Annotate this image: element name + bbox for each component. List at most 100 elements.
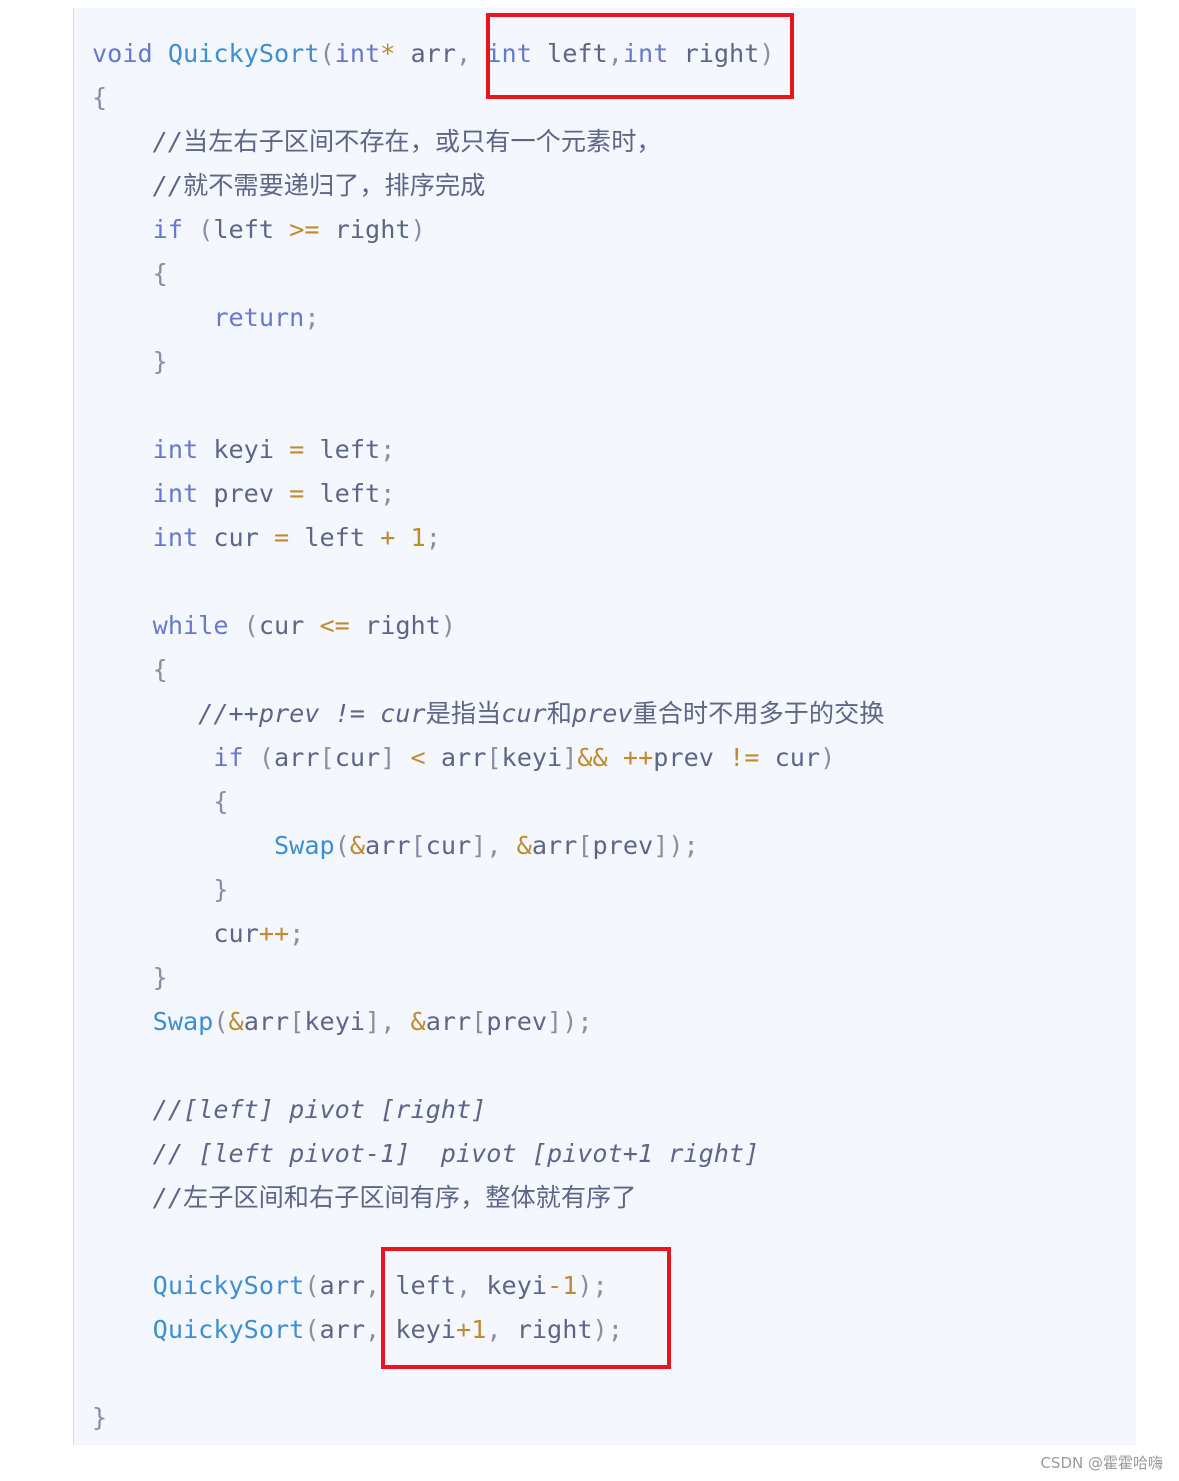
identifier-token: cur [334, 743, 381, 772]
punctuation-token: [ [410, 831, 426, 860]
code-line: } [92, 868, 229, 912]
punctuation-token: } [152, 347, 168, 376]
punctuation-token: [ [486, 743, 502, 772]
code-line: cur++; [92, 912, 304, 956]
function-name-token: QuickySort [167, 39, 320, 68]
keyword-token: return [213, 303, 305, 332]
punctuation-token: [ [577, 831, 593, 860]
punctuation-token: ) [410, 215, 426, 244]
operator-token: = [289, 435, 305, 464]
operator-token: & [516, 831, 532, 860]
operator-token: ++ [622, 743, 654, 772]
keyword-token: int [152, 479, 199, 508]
identifier-token: left [304, 479, 381, 508]
code-line: Swap(&arr[keyi], &arr[prev]); [92, 1000, 593, 1044]
punctuation-token: } [213, 875, 229, 904]
comment-token: //当左右子区间不存在，或只有一个元素时， [152, 127, 662, 156]
function-name-token: Swap [273, 831, 335, 860]
operator-token: & [228, 1007, 244, 1036]
code-line: if (left >= right) [92, 208, 426, 252]
comment-token: // [left pivot-1] pivot [pivot+1 right] [152, 1139, 760, 1168]
identifier-token: prev [486, 1007, 548, 1036]
code-line: Swap(&arr[cur], &arr[prev]); [92, 824, 699, 868]
identifier-token: arr [425, 1007, 472, 1036]
operator-token: & [410, 1007, 426, 1036]
operator-token: < [410, 743, 426, 772]
highlight-box-params [486, 13, 794, 99]
operator-token: != [729, 743, 760, 772]
identifier-token: arr [395, 39, 457, 68]
code-block: void QuickySort(int* arr, int left,int r… [73, 8, 1136, 1445]
identifier-token: arr [274, 743, 320, 772]
punctuation-token: { [92, 83, 108, 112]
identifier-token: cur [198, 523, 274, 552]
operator-token: <= [319, 611, 350, 640]
punctuation-token: [ [289, 1007, 305, 1036]
code-line: return; [92, 296, 320, 340]
identifier-token: arr [243, 1007, 290, 1036]
function-name-token: QuickySort [152, 1271, 305, 1300]
code-line: if (arr[cur] < arr[keyi]&& ++prev != cur… [92, 736, 835, 780]
code-line: //[left] pivot [right] [92, 1088, 487, 1132]
keyword-token: int [152, 435, 199, 464]
punctuation-token: ], [471, 831, 517, 860]
identifier-token: keyi [198, 435, 290, 464]
identifier-token: prev [198, 479, 290, 508]
operator-token: & [349, 831, 365, 860]
punctuation-token: { [152, 655, 168, 684]
operator-token: >= [289, 215, 320, 244]
identifier-token: arr [319, 1271, 366, 1300]
punctuation-token: ; [304, 303, 320, 332]
identifier-token: arr [425, 743, 487, 772]
identifier-token: left [304, 435, 381, 464]
punctuation-token: ( [213, 1007, 229, 1036]
function-name-token: QuickySort [152, 1315, 305, 1344]
punctuation-token: ( [304, 1315, 320, 1344]
code-line: } [92, 956, 168, 1000]
punctuation-token: { [213, 787, 229, 816]
identifier-token: left [289, 523, 381, 552]
identifier-token: cur [213, 919, 259, 948]
code-line: { [92, 252, 168, 296]
code-line: { [92, 648, 168, 692]
keyword-token: int [334, 39, 381, 68]
code-line: while (cur <= right) [92, 604, 456, 648]
punctuation-token: [ [471, 1007, 487, 1036]
identifier-token: keyi [501, 743, 563, 772]
function-name-token: Swap [152, 1007, 214, 1036]
punctuation-token: ( [228, 611, 259, 640]
punctuation-token: ( [183, 215, 214, 244]
code-line: int keyi = left; [92, 428, 396, 472]
comment-token: //++prev != cur是指当cur和prev重合时不用多于的交换 [198, 699, 885, 728]
identifier-token: arr [319, 1315, 366, 1344]
keyword-token: while [152, 611, 229, 640]
identifier-token [395, 743, 410, 772]
identifier-token: right [349, 611, 441, 640]
highlight-box-recursive-args [381, 1247, 671, 1369]
code-line: { [92, 76, 107, 120]
comment-token: //就不需要递归了，排序完成 [152, 171, 486, 200]
operator-token: && [577, 743, 608, 772]
identifier-token: arr [531, 831, 578, 860]
identifier-token: arr [365, 831, 411, 860]
identifier-token [395, 523, 410, 552]
punctuation-token: ( [319, 39, 335, 68]
code-line: { [92, 780, 229, 824]
identifier-token: cur [425, 831, 472, 860]
code-line: int cur = left + 1; [92, 516, 441, 560]
punctuation-token: ( [304, 1271, 320, 1300]
identifier-token: right [319, 215, 411, 244]
punctuation-token: ], [365, 1007, 411, 1036]
keyword-token: if [213, 743, 244, 772]
punctuation-token: ; [380, 435, 396, 464]
identifier-token: cur [258, 611, 320, 640]
punctuation-token: ( [243, 743, 275, 772]
code-line: // [left pivot-1] pivot [pivot+1 right] [92, 1132, 760, 1176]
punctuation-token: } [152, 963, 168, 992]
identifier-token [608, 743, 623, 772]
code-line: //就不需要递归了，排序完成 [92, 164, 486, 208]
identifier-token: left [213, 215, 290, 244]
punctuation-token: ; [380, 479, 396, 508]
number-token: 1 [410, 523, 426, 552]
keyword-token: int [152, 523, 199, 552]
